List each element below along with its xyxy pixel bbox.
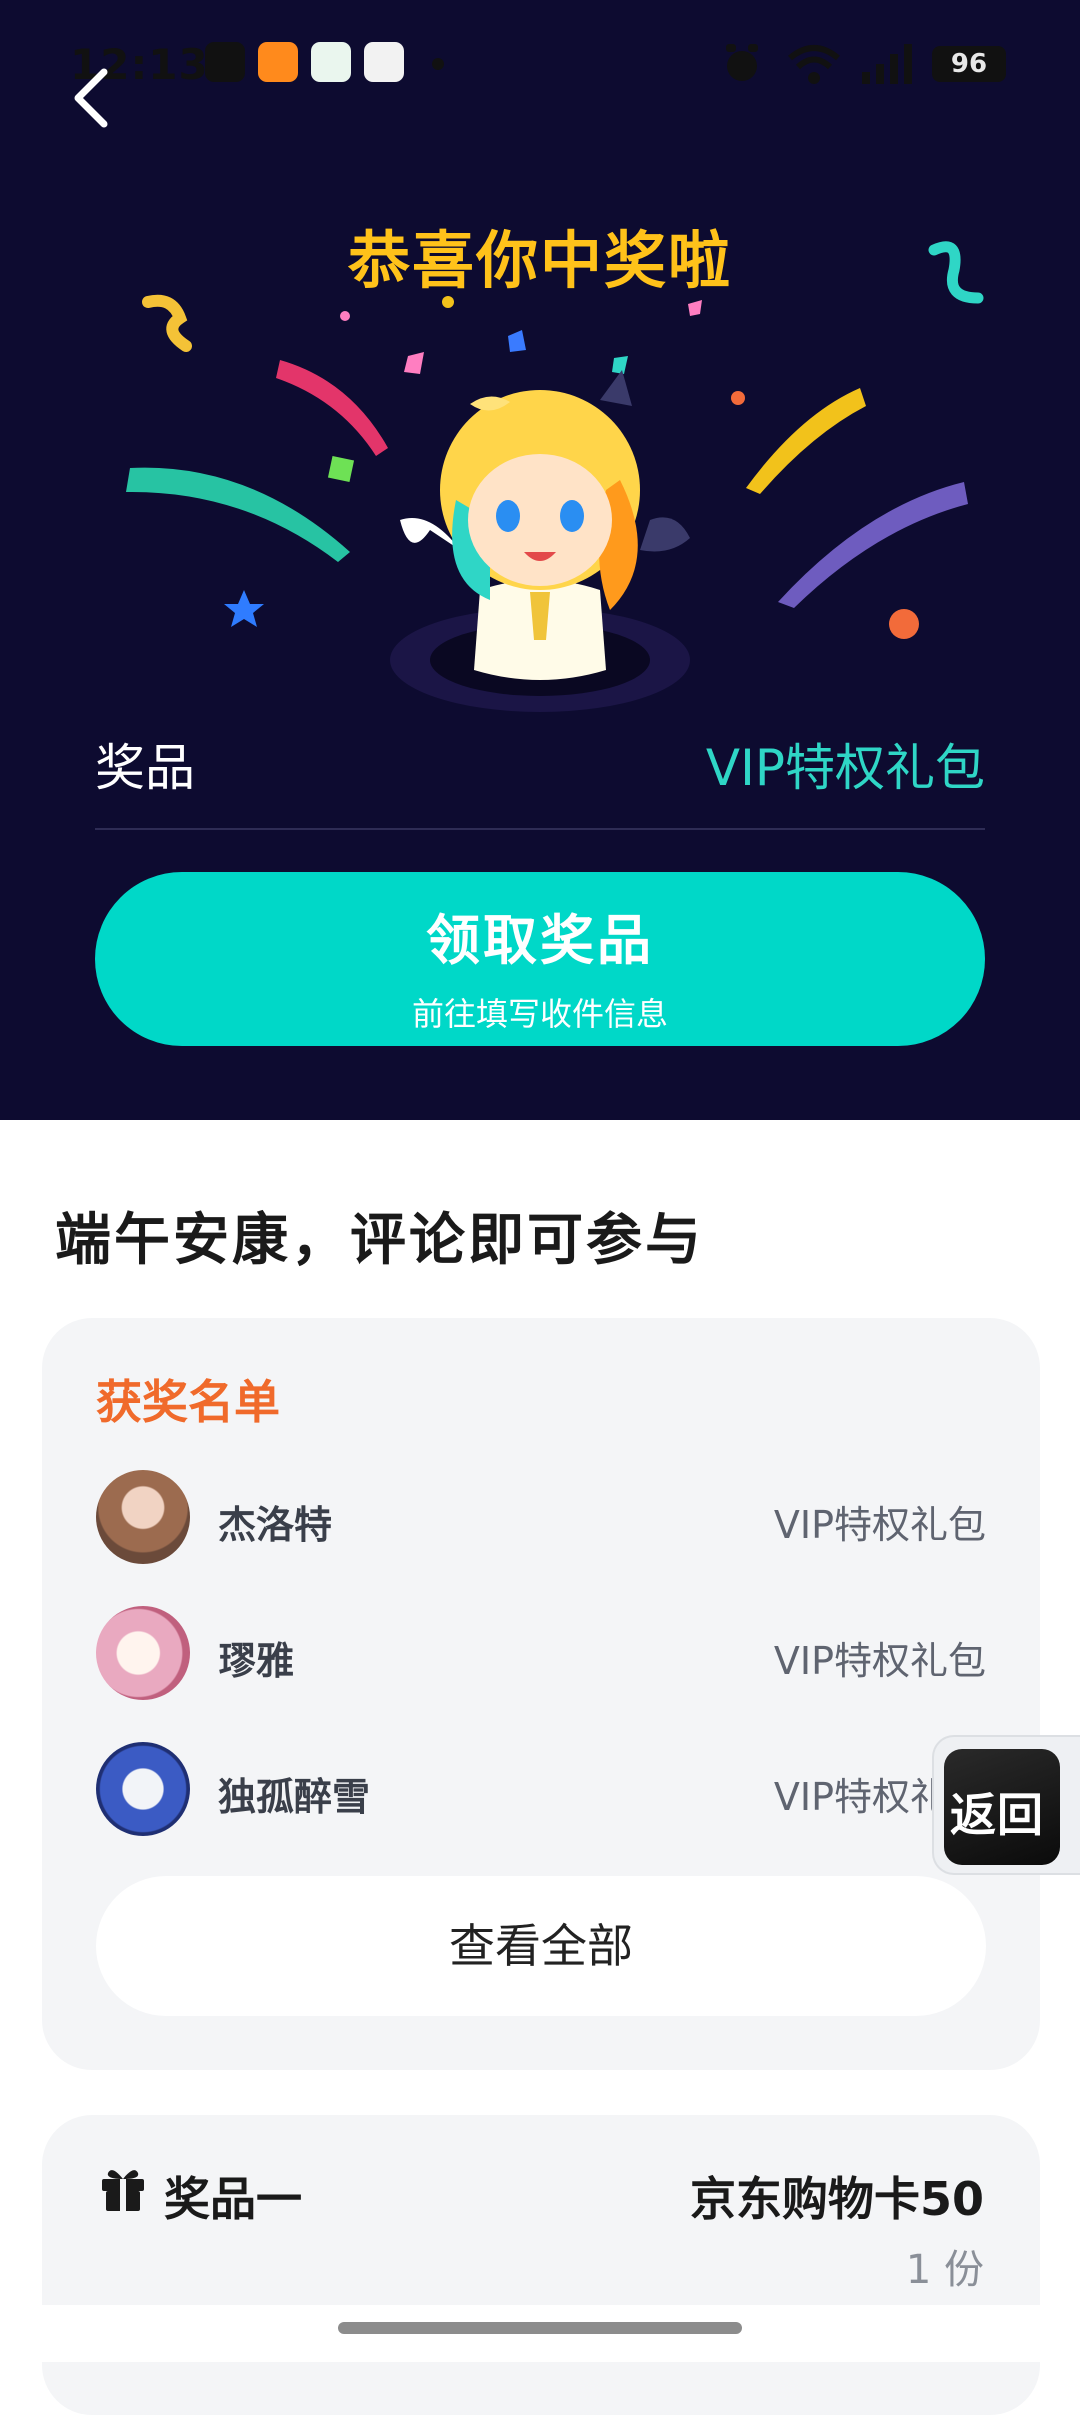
hero-banner: 12:13 96 恭喜你中奖啦 奖品 VIP特权礼包 领取奖品 前往填写收件信息 xyxy=(0,0,1080,1120)
winner-row: 独孤醉雪 VIP特权礼包 xyxy=(96,1742,986,1842)
winners-title: 获奖名单 xyxy=(96,1375,280,1429)
avatar[interactable] xyxy=(96,1470,190,1564)
avatar[interactable] xyxy=(96,1606,190,1700)
prize-value: VIP特权礼包 xyxy=(705,739,985,797)
gift-icon xyxy=(102,2170,144,2211)
floating-return-button[interactable]: 返回 xyxy=(932,1735,1080,1875)
winner-row: 杰洛特 VIP特权礼包 xyxy=(96,1470,986,1570)
avatar[interactable] xyxy=(96,1742,190,1836)
prize-row: 奖品 VIP特权礼包 xyxy=(95,722,985,802)
winner-row: 璆雅 VIP特权礼包 xyxy=(96,1606,986,1706)
prize-card: 奖品一 京东购物卡50 1 份 xyxy=(42,2115,1040,2415)
home-indicator[interactable] xyxy=(338,2322,742,2334)
return-thumbnail: 返回 xyxy=(944,1749,1060,1865)
mascot-illustration xyxy=(390,370,690,712)
hero-divider xyxy=(95,828,985,830)
winner-name: 独孤醉雪 xyxy=(218,1775,371,1819)
prize-card-name: 京东购物卡50 xyxy=(689,2172,984,2226)
prize-card-quantity: 1 份 xyxy=(905,2247,984,2293)
view-all-button[interactable]: 查看全部 xyxy=(96,1876,986,2016)
prize-label: 奖品 xyxy=(95,739,195,797)
winners-card: 获奖名单 杰洛特 VIP特权礼包 璆雅 VIP特权礼包 独孤醉雪 VIP特权礼包… xyxy=(42,1318,1040,2070)
campaign-title: 端午安康，评论即可参与 xyxy=(55,1208,704,1273)
return-label: 返回 xyxy=(950,1788,1044,1842)
winner-name: 杰洛特 xyxy=(218,1503,333,1547)
winner-name: 璆雅 xyxy=(218,1639,295,1683)
claim-button-subtitle: 前往填写收件信息 xyxy=(411,995,668,1033)
prize-card-title: 奖品一 xyxy=(164,2172,302,2226)
winner-prize: VIP特权礼包 xyxy=(773,1639,986,1683)
claim-button-title: 领取奖品 xyxy=(426,909,654,972)
winner-prize: VIP特权礼包 xyxy=(773,1503,986,1547)
claim-prize-button[interactable]: 领取奖品 前往填写收件信息 xyxy=(95,872,985,1046)
